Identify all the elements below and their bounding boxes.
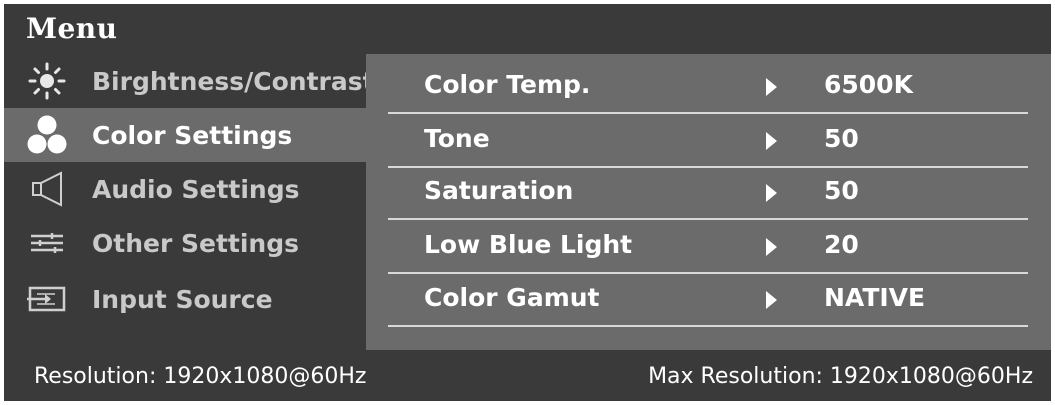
setting-label: Color Gamut xyxy=(424,283,600,312)
input-source-icon xyxy=(24,276,70,322)
setting-value: 20 xyxy=(824,230,859,259)
arrow-right-icon xyxy=(766,132,777,150)
setting-label: Low Blue Light xyxy=(424,230,633,259)
setting-row-saturation[interactable]: Saturation 50 xyxy=(388,166,1028,220)
menu-item-color-settings[interactable]: Color Settings xyxy=(4,108,370,162)
menu-item-label: Color Settings xyxy=(92,120,293,150)
setting-label: Tone xyxy=(424,124,490,153)
arrow-right-icon xyxy=(766,78,777,96)
arrow-right-icon xyxy=(766,238,777,256)
setting-label: Saturation xyxy=(424,176,574,205)
max-resolution: Max Resolution: 1920x1080@60Hz xyxy=(648,364,1033,389)
setting-label: Color Temp. xyxy=(424,70,591,99)
current-resolution: Resolution: 1920x1080@60Hz xyxy=(34,364,367,389)
menu-item-label: Other Settings xyxy=(92,228,299,258)
menu-item-audio-settings[interactable]: Audio Settings xyxy=(4,162,370,216)
setting-value: 50 xyxy=(824,124,859,153)
arrow-right-icon xyxy=(766,291,777,309)
menu-item-other-settings[interactable]: Other Settings xyxy=(4,216,370,270)
menu-title: Menu xyxy=(26,12,118,45)
setting-row-color-temp[interactable]: Color Temp. 6500K xyxy=(388,60,1028,114)
menu-item-label: Audio Settings xyxy=(92,174,300,204)
color-settings-panel: Color Temp. 6500K Tone 50 Saturation 50 … xyxy=(366,54,1051,350)
menu-item-label: Input Source xyxy=(92,284,273,314)
setting-value: 6500K xyxy=(824,70,913,99)
setting-row-color-gamut[interactable]: Color Gamut NATIVE xyxy=(388,273,1028,327)
sliders-icon xyxy=(24,220,70,266)
menu-item-label: Birghtness/Contrast xyxy=(92,66,375,96)
setting-value: NATIVE xyxy=(824,283,926,312)
setting-row-tone[interactable]: Tone 50 xyxy=(388,114,1028,168)
arrow-right-icon xyxy=(766,184,777,202)
menu-item-brightness-contrast[interactable]: Birghtness/Contrast xyxy=(4,54,375,108)
osd-menu: Menu Birghtness/Contrast Color Settings … xyxy=(4,4,1051,401)
speaker-icon xyxy=(24,166,70,212)
setting-value: 50 xyxy=(824,176,859,205)
setting-row-low-blue-light[interactable]: Low Blue Light 20 xyxy=(388,220,1028,274)
color-settings-icon xyxy=(24,112,70,158)
menu-item-input-source[interactable]: Input Source xyxy=(4,272,370,326)
brightness-icon xyxy=(24,58,70,104)
